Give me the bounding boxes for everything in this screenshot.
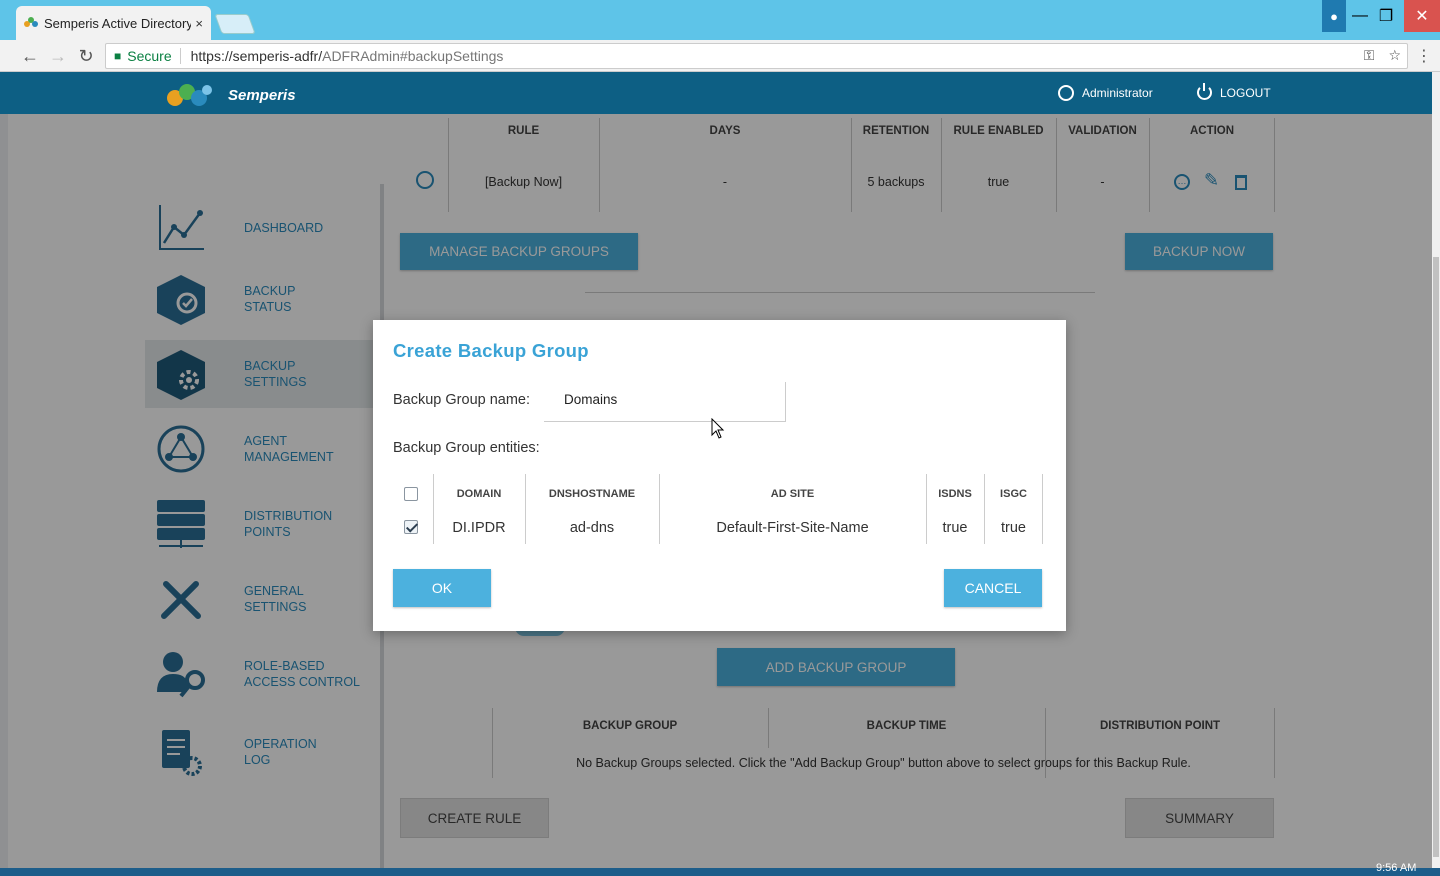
browser-tab[interactable]: Semperis Active Directory × xyxy=(16,6,211,40)
restore-icon[interactable]: ❐ xyxy=(1374,0,1398,32)
url-host: https://semperis-adfr/ xyxy=(190,48,323,64)
browser-menu-icon[interactable]: ⋮ xyxy=(1416,46,1432,66)
user-icon xyxy=(1058,85,1074,101)
url-path: ADFRAdmin#backupSettings xyxy=(322,48,504,64)
cell-domain: DI.IPDR xyxy=(452,520,506,536)
secure-label: Secure xyxy=(127,48,172,64)
user-menu[interactable]: Administrator xyxy=(1058,85,1153,101)
user-name: Administrator xyxy=(1082,86,1153,100)
col-header-ad-site: AD SITE xyxy=(770,488,815,500)
taskbar-clock: 9:56 AM xyxy=(1376,862,1417,874)
power-icon xyxy=(1197,83,1212,100)
row-checkbox[interactable] xyxy=(404,520,418,534)
logout-button[interactable]: LOGOUT xyxy=(1197,83,1271,100)
col-header-domain: DOMAIN xyxy=(456,488,502,500)
group-name-input[interactable]: Domains xyxy=(544,382,786,422)
lock-icon: ■ xyxy=(114,49,122,63)
tab-close-icon[interactable]: × xyxy=(195,16,203,31)
close-window-icon[interactable]: ✕ xyxy=(1404,0,1440,32)
entities-table: DOMAIN DNSHOSTNAME AD SITE ISDNS ISGC DI… xyxy=(399,474,1044,544)
col-header-dnshostname: DNSHOSTNAME xyxy=(548,488,636,500)
url-input[interactable]: ■ Secure https://semperis-adfr/ADFRAdmin… xyxy=(105,43,1408,69)
cancel-button[interactable]: CANCEL xyxy=(944,569,1042,607)
select-all-checkbox[interactable] xyxy=(404,487,418,501)
profile-icon[interactable]: ● xyxy=(1322,0,1346,32)
logout-label: LOGOUT xyxy=(1220,85,1271,100)
cell-isdns: true xyxy=(942,520,968,536)
star-icon[interactable]: ☆ xyxy=(1388,47,1401,64)
address-bar: ← → ↻ ■ Secure https://semperis-adfr/ADF… xyxy=(0,40,1440,72)
key-icon[interactable]: ⚿ xyxy=(1364,47,1375,64)
semperis-logo-icon xyxy=(167,84,212,106)
tab-title: Semperis Active Directory xyxy=(44,15,192,31)
minimize-icon[interactable]: — xyxy=(1348,0,1372,32)
cell-isgc: true xyxy=(1001,520,1026,536)
page-scrollbar[interactable] xyxy=(1432,72,1440,868)
cell-ad-site: Default-First-Site-Name xyxy=(716,520,869,536)
brand-name: Semperis xyxy=(228,87,296,104)
new-tab-button[interactable] xyxy=(214,14,256,34)
back-icon[interactable]: ← xyxy=(18,44,42,68)
semperis-favicon-icon xyxy=(24,17,38,29)
col-header-isgc: ISGC xyxy=(1000,488,1027,500)
browser-tabbar: Semperis Active Directory × ● — ❐ ✕ xyxy=(0,0,1440,40)
forward-icon[interactable]: → xyxy=(46,44,70,68)
col-header-isdns: ISDNS xyxy=(938,488,972,500)
group-name-label: Backup Group name: xyxy=(393,392,531,408)
group-entities-label: Backup Group entities: xyxy=(393,440,540,456)
cell-dnshostname: ad-dns xyxy=(569,520,615,536)
taskbar: 9:56 AM xyxy=(0,862,1440,876)
dialog-title: Create Backup Group xyxy=(393,340,589,361)
reload-icon[interactable]: ↻ xyxy=(74,44,98,68)
ok-button[interactable]: OK xyxy=(393,569,491,607)
mouse-cursor-icon xyxy=(711,418,725,439)
create-backup-group-dialog: Create Backup Group Backup Group name: D… xyxy=(373,320,1066,631)
app-header: Semperis Administrator LOGOUT xyxy=(0,72,1432,114)
